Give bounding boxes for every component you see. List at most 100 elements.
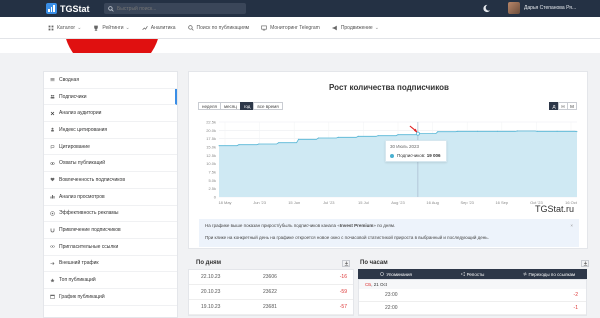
grid-icon (48, 25, 54, 30)
info-box: На графике выше показан прирост/убыль по… (199, 219, 579, 247)
sidebar-item-2[interactable]: Анализ аудитории (44, 105, 177, 123)
tooltip-date: 30 Июль 2023 (390, 144, 419, 149)
data-point (496, 130, 499, 132)
data-point (238, 144, 240, 146)
logo-text: TGStat (60, 3, 90, 14)
sidebar-item-label: Пригласительные ссылки (59, 243, 119, 250)
series-dot-icon (390, 153, 394, 158)
granularity-selector: Д Н М (549, 102, 577, 110)
table-row[interactable]: 22:00 -1 (359, 302, 586, 315)
sidebar-item-9[interactable]: Привлечение подписчиков (44, 222, 177, 239)
chevron-down-icon: ⌄ (125, 24, 130, 31)
sidebar-item-7[interactable]: Анализ просмотров (44, 189, 177, 206)
by-hour-title: По часам (360, 260, 388, 266)
row-change: -1 (573, 305, 578, 311)
nav-catalog[interactable]: Каталог ⌄ (48, 25, 81, 31)
sidebar-item-5[interactable]: Охваты публикаций (44, 155, 177, 173)
arrow-icon (50, 261, 55, 265)
user-menu[interactable]: Дарья Степанова Ря... (508, 2, 576, 14)
sidebar-item-label: График публикаций (59, 293, 105, 300)
search-input[interactable] (117, 5, 237, 12)
row-date: 19.10.23 (201, 304, 221, 310)
sidebar-item-0[interactable]: Сводная (44, 72, 177, 89)
sidebar-item-label: Цитирование (59, 143, 90, 150)
sidebar-item-label: Охваты публикаций (59, 160, 106, 167)
y-tick-label: 12.5k (206, 153, 216, 158)
table-row[interactable]: 19.10.23 23681 -57 (189, 300, 353, 315)
search-box[interactable] (104, 3, 246, 14)
hour-tabs: Упоминания Репосты Переходы по ссылкам (358, 269, 587, 279)
avatar (508, 2, 520, 14)
sidebar-item-6[interactable]: Вовлеченность подписчиков (44, 172, 177, 189)
sidebar-item-label: Подписчики (59, 93, 87, 100)
data-point (218, 145, 220, 147)
tab-mentions[interactable]: Упоминания (358, 269, 434, 279)
range-month-button[interactable]: месяц (219, 102, 241, 110)
row-change: -16 (339, 274, 347, 280)
range-week-button[interactable]: неделя (198, 102, 221, 110)
sidebar-item-1[interactable]: Подписчики (44, 88, 177, 106)
table-row[interactable]: 22.10.23 23606 -16 (189, 270, 353, 285)
data-point (457, 130, 459, 132)
sidebar-item-11[interactable]: Внешний трафик (44, 256, 177, 273)
swap-icon (522, 272, 527, 276)
user-name: Дарья Степанова Ря... (524, 5, 577, 11)
monitor-icon (261, 25, 267, 30)
close-icon[interactable]: × (570, 223, 573, 228)
data-point (357, 135, 359, 137)
nav-post-search[interactable]: Поиск по публикациям (187, 25, 249, 31)
quote-icon (50, 145, 55, 150)
table-row[interactable]: 23:00 -2 (359, 289, 586, 302)
data-point (476, 130, 479, 132)
chart-icon (142, 25, 148, 30)
logo[interactable]: TGStat (46, 3, 90, 14)
range-all-button[interactable]: все время (253, 102, 283, 110)
main-nav: Каталог ⌄ Рейтинги ⌄ Аналитика Поиск по … (0, 17, 600, 39)
sidebar-item-label: Топ публикаций (59, 277, 96, 284)
channel-avatar (64, 39, 160, 53)
target-icon (50, 211, 55, 216)
bar-icon (50, 195, 55, 199)
sidebar-item-10[interactable]: Пригласительные ссылки (44, 239, 177, 256)
tab-link-clicks[interactable]: Переходы по ссылкам (511, 269, 587, 279)
download-icon[interactable] (342, 260, 350, 267)
download-icon[interactable] (581, 260, 589, 267)
moon-icon[interactable] (482, 4, 491, 13)
subscribers-area-chart[interactable]: 0 2.5k 5.0k 7.5k 10.0k 12.5k 15.0k 17.5k 20.0k 22… (189, 114, 589, 214)
tab-reposts[interactable]: Репосты (434, 269, 510, 279)
nav-analytics[interactable]: Аналитика (142, 25, 176, 31)
nav-monitoring[interactable]: Мониторинг Telegram (261, 25, 320, 31)
list-icon (50, 78, 55, 82)
table-row[interactable]: 20.10.23 23622 -59 (189, 285, 353, 300)
data-point (437, 131, 439, 133)
sidebar-item-4[interactable]: Цитирование (44, 139, 177, 156)
calendar-icon (50, 295, 55, 300)
x-tick-label: 16 Sep (495, 200, 508, 205)
nav-promotion[interactable]: Продвижение ⌄ (332, 25, 379, 31)
sidebar-item-13[interactable]: График публикаций (44, 289, 177, 306)
range-year-button[interactable]: год (239, 102, 255, 110)
watermark: TGStat.ru (535, 204, 575, 214)
chart-tooltip: 30 Июль 2023 Подписчиков: 19 006 (385, 140, 447, 162)
y-tick-label: 0 (214, 195, 217, 200)
x-tick-label: Jun '23 (253, 200, 267, 205)
row-time: 23:00 (385, 292, 398, 298)
logo-icon (46, 3, 57, 14)
sidebar-item-12[interactable]: Топ публикаций (44, 272, 177, 289)
sidebar-item-label: Эффективность рекламы (59, 210, 119, 217)
sidebar-item-8[interactable]: Эффективность рекламы (44, 206, 177, 223)
granularity-month-button[interactable]: М (567, 102, 577, 110)
data-point (556, 130, 558, 132)
sidebar-item-label: Вовлеченность подписчиков (59, 176, 125, 183)
subscribers-chart-panel: Рост количества подписчиков неделя месяц… (188, 71, 588, 249)
data-point (317, 137, 320, 139)
data-point (297, 138, 300, 140)
share-icon (460, 272, 465, 276)
y-tick-label: 22.5k (206, 120, 216, 125)
tab-reposts-label: Репосты (466, 271, 485, 277)
nav-ratings[interactable]: Рейтинги ⌄ (93, 24, 130, 31)
sidebar-item-3[interactable]: Индекс цитирования (44, 122, 177, 139)
by-day-table: 22.10.23 23606 -16 20.10.23 23622 -59 19.10.23… (188, 269, 354, 316)
info-line-1-post: » по дням. (373, 223, 396, 228)
y-tick-label: 20.0k (206, 128, 216, 133)
